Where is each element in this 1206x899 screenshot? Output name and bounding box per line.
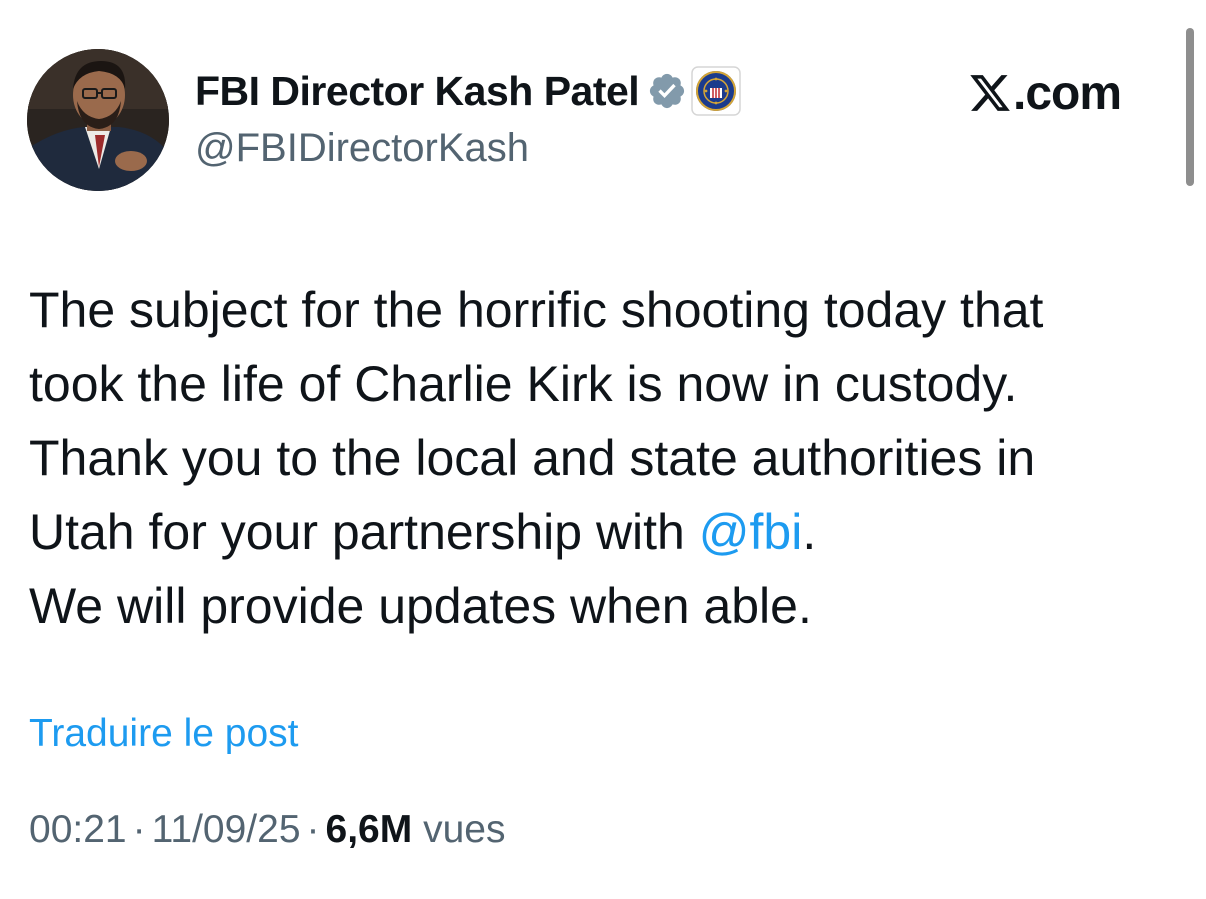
profile-photo <box>27 49 169 191</box>
views-count[interactable]: 6,6M <box>326 808 413 851</box>
scrollbar[interactable] <box>1186 28 1194 186</box>
verified-badge-icon[interactable] <box>647 71 687 111</box>
author-name-row: FBI Director Kash Patel <box>195 64 741 118</box>
brand-domain-suffix: .com <box>1013 66 1122 120</box>
tweet-line: We will provide updates when able. <box>29 578 812 634</box>
meta-separator: · <box>132 808 146 851</box>
post-time[interactable]: 00:21 <box>29 808 127 851</box>
tweet-line: The subject for the horrific shooting to… <box>29 282 1044 338</box>
translate-post-link[interactable]: Traduire le post <box>29 712 299 756</box>
author-display-name[interactable]: FBI Director Kash Patel <box>195 68 640 115</box>
post-date[interactable]: 11/09/25 <box>152 808 301 851</box>
tweet-line: Utah for your partnership with @fbi. <box>29 495 1179 569</box>
tweet-line: Thank you to the local and state authori… <box>29 430 1036 486</box>
tweet-line: took the life of Charlie Kirk is now in … <box>29 356 1018 412</box>
views-label: vues <box>423 808 506 851</box>
fbi-seal-icon[interactable] <box>691 66 741 116</box>
author-handle[interactable]: @FBIDirectorKash <box>195 126 529 171</box>
author-avatar[interactable] <box>27 49 169 191</box>
tweet-line-text: . <box>802 504 817 560</box>
post-meta: 00:21 · 11/09/25 · 6,6M vues <box>29 808 505 852</box>
tweet-line-text: Utah for your partnership with <box>29 504 699 560</box>
tweet-text: The subject for the horrific shooting to… <box>29 273 1179 643</box>
x-logo-icon <box>968 71 1012 115</box>
meta-separator: · <box>306 808 320 851</box>
brand-watermark: .com <box>968 64 1122 122</box>
mention-link[interactable]: @fbi <box>699 504 803 560</box>
